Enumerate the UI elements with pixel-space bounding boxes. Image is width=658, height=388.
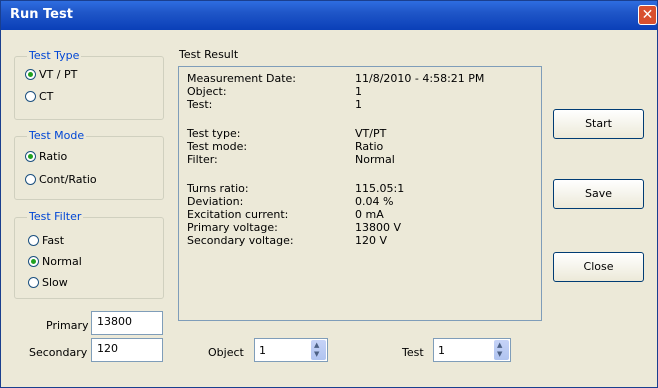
spinner-arrows[interactable]: ▲ ▼ [494, 340, 509, 360]
radio-slow[interactable]: Slow [28, 276, 68, 289]
test-result-panel: Measurement Date: 11/8/2010 - 4:58:21 PM… [178, 66, 542, 321]
save-button[interactable]: Save [553, 179, 644, 209]
chevron-down-icon[interactable]: ▼ [314, 350, 319, 358]
close-icon: ✕ [641, 7, 654, 23]
result-row-value: Ratio [355, 140, 384, 153]
object-value: 1 [259, 344, 266, 357]
radio-label: VT / PT [39, 68, 78, 81]
chevron-up-icon[interactable]: ▲ [314, 341, 319, 349]
result-row-value: 0 mA [355, 208, 384, 221]
title-bar[interactable]: Run Test ✕ [1, 1, 657, 30]
close-window-button[interactable]: ✕ [638, 5, 657, 25]
result-row-value: 11/8/2010 - 4:58:21 PM [355, 72, 485, 85]
radio-label: Ratio [39, 150, 68, 163]
run-test-dialog: Run Test ✕ Test Type VT / PT CT Test Mod… [0, 0, 658, 388]
radio-normal[interactable]: Normal [28, 255, 82, 268]
radio-icon [25, 69, 36, 80]
result-row-value: 13800 V [355, 221, 402, 234]
result-row-name: Excitation current: [187, 208, 289, 221]
test-label: Test [402, 346, 424, 359]
radio-icon [25, 151, 36, 162]
spinner-arrows[interactable]: ▲ ▼ [311, 340, 326, 360]
radio-label: Normal [42, 255, 82, 268]
result-row-name: Test: [187, 98, 213, 111]
object-label: Object [208, 346, 244, 359]
test-value: 1 [438, 344, 445, 357]
radio-icon [25, 91, 36, 102]
result-row-name: Object: [187, 85, 227, 98]
result-row-name: Test mode: [187, 140, 248, 153]
radio-label: Slow [42, 276, 68, 289]
primary-input[interactable]: 13800 [91, 311, 163, 335]
chevron-up-icon[interactable]: ▲ [497, 341, 502, 349]
test-mode-label: Test Mode [27, 129, 87, 142]
object-spinner[interactable]: 1 ▲ ▼ [254, 338, 328, 362]
radio-cont-ratio[interactable]: Cont/Ratio [25, 173, 97, 186]
radio-icon [25, 174, 36, 185]
radio-label: Cont/Ratio [39, 173, 97, 186]
primary-label: Primary [46, 319, 89, 332]
radio-label: Fast [42, 234, 65, 247]
test-filter-label: Test Filter [27, 210, 84, 223]
test-mode-group: Test Mode Ratio Cont/Ratio [14, 129, 164, 200]
test-spinner[interactable]: 1 ▲ ▼ [433, 338, 511, 362]
radio-label: CT [39, 90, 54, 103]
result-row-name: Secondary voltage: [187, 234, 294, 247]
window-title: Run Test [10, 7, 73, 22]
result-row-value: 0.04 % [355, 195, 394, 208]
result-row-value: 1 [355, 98, 362, 111]
result-row-name: Filter: [187, 153, 218, 166]
secondary-label: Secondary [29, 346, 88, 359]
result-row-value: VT/PT [355, 127, 387, 140]
result-row-value: 120 V [355, 234, 388, 247]
radio-icon [28, 277, 39, 288]
radio-vt-pt[interactable]: VT / PT [25, 68, 77, 81]
radio-fast[interactable]: Fast [28, 234, 64, 247]
close-button[interactable]: Close [553, 252, 644, 282]
test-type-group: Test Type VT / PT CT [14, 49, 164, 120]
radio-icon [28, 235, 39, 246]
radio-ct[interactable]: CT [25, 90, 53, 103]
secondary-input[interactable]: 120 [91, 338, 163, 362]
result-row-value: 115.05:1 [355, 182, 405, 195]
chevron-down-icon[interactable]: ▼ [497, 350, 502, 358]
start-button[interactable]: Start [553, 109, 644, 139]
result-row-name: Deviation: [187, 195, 244, 208]
test-filter-group: Test Filter Fast Normal Slow [14, 210, 164, 299]
test-result-label: Test Result [179, 48, 239, 61]
result-row-value: Normal [355, 153, 395, 166]
result-row-name: Turns ratio: [187, 182, 249, 195]
result-row-name: Primary voltage: [187, 221, 278, 234]
radio-ratio[interactable]: Ratio [25, 150, 67, 163]
result-row-name: Test type: [187, 127, 241, 140]
result-row-value: 1 [355, 85, 362, 98]
result-row-name: Measurement Date: [187, 72, 297, 85]
test-type-label: Test Type [27, 49, 82, 62]
radio-icon [28, 256, 39, 267]
